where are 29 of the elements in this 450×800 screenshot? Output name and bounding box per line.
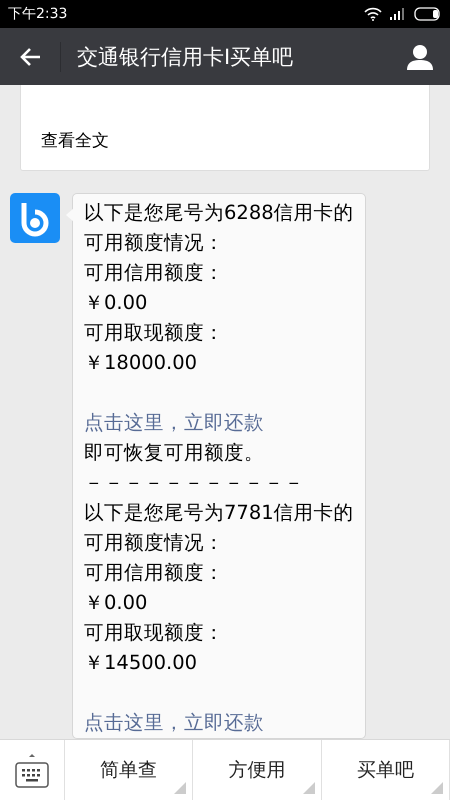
signal-icon [390, 8, 406, 20]
message-line: ￥0.00 [84, 590, 148, 616]
corner-triangle-icon [302, 782, 315, 794]
message-line: 可用额度情况： [84, 530, 225, 556]
repay-link[interactable]: 点击这里，立即还款 [84, 708, 355, 738]
message-line: 可用取现额度： [84, 620, 225, 646]
message-line: 即可恢复可用额度。 [84, 440, 265, 466]
wifi-icon [364, 7, 382, 21]
message-line: ￥0.00 [84, 290, 148, 316]
read-full-link[interactable]: 查看全文 [41, 129, 109, 152]
message-line: －－－－－－－－－－－ [84, 470, 305, 496]
status-time: 下午2:33 [8, 5, 68, 23]
message-line: ￥14500.00 [84, 650, 198, 676]
battery-icon [414, 7, 442, 21]
message-line: 可用信用额度： [84, 560, 225, 586]
message-line: 可用信用额度： [84, 260, 225, 286]
keyboard-icon [14, 752, 50, 788]
repay-link[interactable]: 点击这里，立即还款 [84, 408, 355, 438]
person-icon [407, 44, 433, 70]
bank-logo-icon [10, 193, 60, 243]
message-line: 可用取现额度： [84, 320, 225, 346]
chat-title: 交通银行信用卡I买单吧 [76, 44, 294, 70]
message-line: 以下是您尾号为6288信用卡的 [84, 200, 355, 226]
back-arrow-icon [19, 46, 41, 66]
corner-triangle-icon [430, 782, 443, 794]
message-line: ￥18000.00 [84, 350, 198, 376]
corner-triangle-icon [174, 782, 186, 794]
message-line: 可用额度情况： [84, 230, 225, 256]
message-line: 以下是您尾号为7781信用卡的 [84, 500, 355, 526]
